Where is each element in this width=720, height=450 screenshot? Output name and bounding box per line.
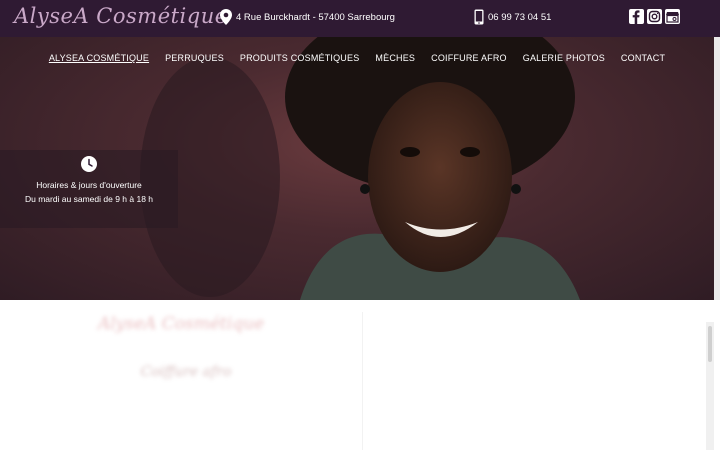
phone[interactable]: 06 99 73 04 51 [474,9,551,25]
facebook-icon[interactable] [629,9,644,24]
hero-banner: ALYSEA COSMÉTIQUE PERRUQUES PRODUITS COS… [0,37,714,300]
section-subtitle: Coiffure afro [140,364,232,380]
section-title: AlyseA Cosmétique [97,314,265,334]
page-scrollbar[interactable] [706,322,714,450]
intro-section: AlyseA Cosmétique Coiffure afro [0,300,720,450]
nav-item-meches[interactable]: MÈCHES [375,53,415,63]
column-divider [362,312,363,450]
nav-item-contact[interactable]: CONTACT [621,53,665,63]
hours-schedule: Du mardi au samedi de 9 h à 18 h [24,194,154,204]
hero-edge [714,37,720,300]
map-pin-icon [220,9,232,25]
address[interactable]: 4 Rue Burckhardt - 57400 Sarrebourg [219,9,395,25]
opening-hours-panel: Horaires & jours d'ouverture Du mardi au… [0,150,178,228]
google-business-icon[interactable] [665,9,680,24]
scrollbar-thumb[interactable] [708,326,712,362]
social-links [629,9,680,24]
clock-icon [81,156,97,172]
instagram-icon[interactable] [647,9,662,24]
phone-number: 06 99 73 04 51 [488,11,552,23]
site-logo[interactable]: AlyseA Cosmétique [14,4,228,28]
address-text: 4 Rue Burckhardt - 57400 Sarrebourg [236,11,395,23]
nav-item-produits-cosmetiques[interactable]: PRODUITS COSMÉTIQUES [240,53,360,63]
nav-item-alysea-cosmetique[interactable]: ALYSEA COSMÉTIQUE [49,53,149,63]
hours-title: Horaires & jours d'ouverture [36,180,142,190]
mobile-phone-icon [474,9,484,25]
nav-item-coiffure-afro[interactable]: COIFFURE AFRO [431,53,507,63]
top-bar: AlyseA Cosmétique 4 Rue Burckhardt - 574… [0,0,720,37]
main-navigation: ALYSEA COSMÉTIQUE PERRUQUES PRODUITS COS… [0,53,714,63]
nav-item-perruques[interactable]: PERRUQUES [165,53,224,63]
nav-item-galerie-photos[interactable]: GALERIE PHOTOS [523,53,605,63]
